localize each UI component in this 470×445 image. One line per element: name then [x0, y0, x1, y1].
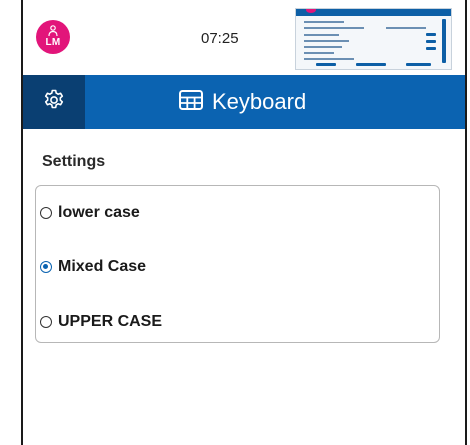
thumbnail-line	[304, 21, 344, 23]
thumbnail-button	[426, 33, 436, 36]
app-frame: LM 07:25 Keyboard Settings lower case Mi…	[21, 0, 467, 445]
keyboard-icon	[178, 88, 204, 117]
thumbnail-header	[296, 9, 451, 16]
thumbnail-button	[426, 47, 436, 50]
user-avatar[interactable]: LM	[36, 20, 70, 54]
thumbnail-line	[386, 27, 426, 29]
gear-icon	[42, 88, 66, 117]
thumbnail-avatar	[306, 9, 316, 13]
option-label: UPPER CASE	[58, 313, 163, 330]
radio-checked-icon[interactable]	[40, 261, 52, 273]
thumbnail-button	[406, 63, 431, 66]
thumbnail-button	[316, 63, 336, 66]
settings-heading: Settings	[42, 153, 106, 170]
option-label: Mixed Case	[58, 258, 147, 275]
thumbnail-line	[304, 58, 354, 60]
page-title: Keyboard	[212, 89, 307, 114]
clock-time: 07:25	[201, 30, 239, 47]
radio-unchecked-icon[interactable]	[40, 316, 52, 328]
thumbnail-line	[304, 40, 349, 42]
thumbnail-button	[356, 63, 386, 66]
case-options-group: lower case Mixed Case UPPER CASE	[35, 185, 440, 343]
thumbnail-line	[304, 46, 342, 48]
status-bar: LM 07:25	[23, 0, 465, 75]
thumbnail-line	[304, 52, 334, 54]
settings-button[interactable]	[23, 75, 85, 129]
thumbnail-line	[304, 34, 339, 36]
radio-unchecked-icon[interactable]	[40, 207, 52, 219]
option-label: lower case	[58, 204, 140, 221]
avatar-initials: LM	[45, 37, 61, 48]
thumbnail-scrollbar	[442, 19, 446, 63]
screen-preview-thumbnail[interactable]	[295, 8, 452, 70]
header-title-group: Keyboard	[178, 75, 306, 129]
option-mixed-case[interactable]: Mixed Case	[40, 255, 146, 279]
thumbnail-button	[426, 40, 436, 43]
option-upper-case[interactable]: UPPER CASE	[40, 310, 162, 334]
thumbnail-line	[304, 27, 364, 29]
app-header: Keyboard	[23, 75, 465, 129]
option-lower-case[interactable]: lower case	[40, 201, 140, 225]
